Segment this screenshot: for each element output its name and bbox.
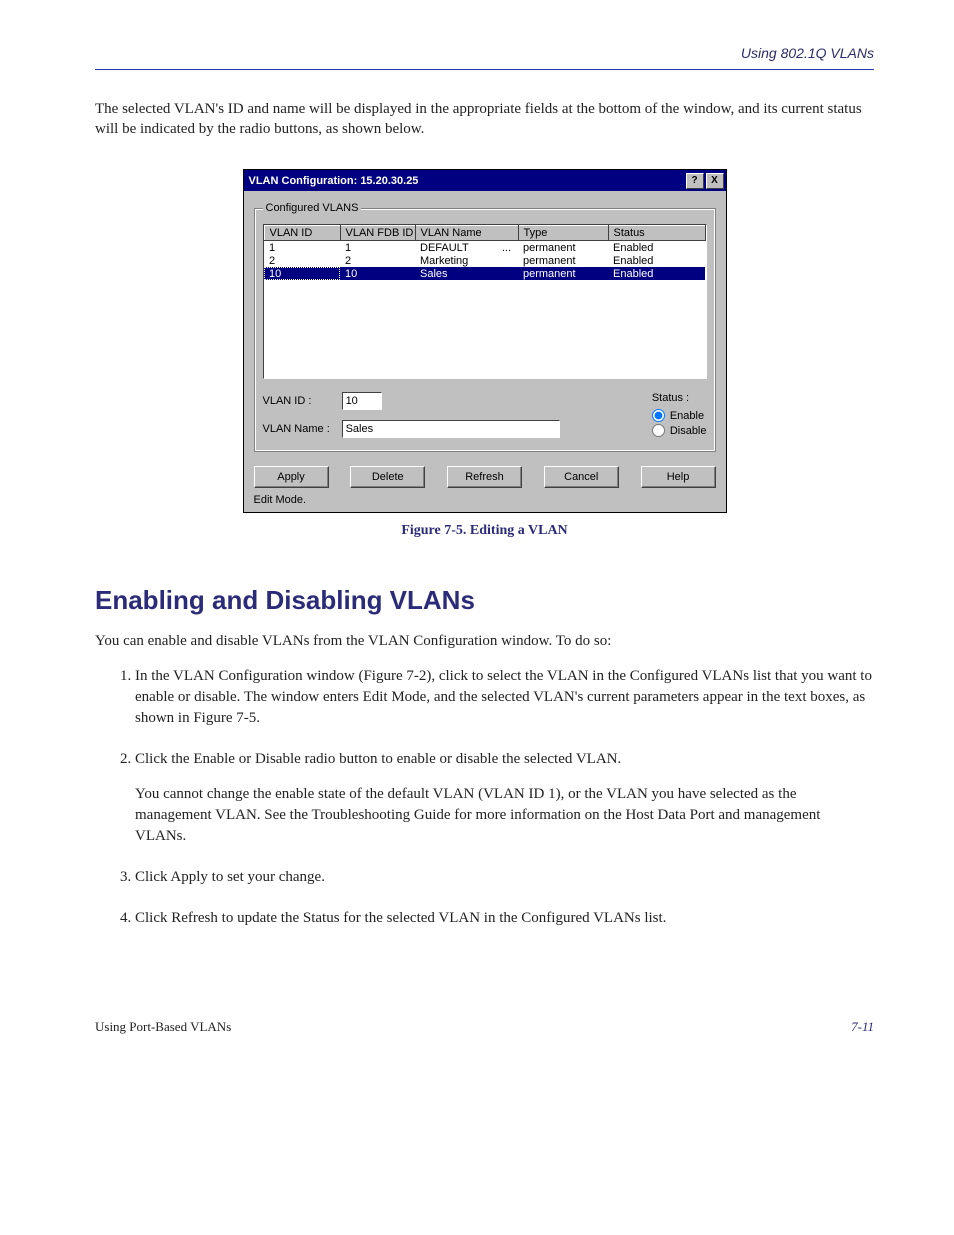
table-header-row: VLAN ID VLAN FDB ID VLAN Name Type Statu… <box>264 226 705 241</box>
section-heading: Enabling and Disabling VLANs <box>95 585 874 616</box>
table-row[interactable]: 22MarketingpermanentEnabled <box>264 254 705 267</box>
vlan-config-dialog: VLAN Configuration: 15.20.30.25 ? X Conf… <box>243 169 727 513</box>
vlan-name-label: VLAN Name : <box>263 423 339 435</box>
dialog-statusbar: Edit Mode. <box>254 494 716 506</box>
groupbox-legend: Configured VLANS <box>263 202 362 214</box>
status-label: Status : <box>652 392 707 404</box>
vlan-id-label: VLAN ID : <box>263 395 339 407</box>
apply-button[interactable]: Apply <box>254 466 329 488</box>
refresh-button[interactable]: Refresh <box>447 466 522 488</box>
vlan-id-input[interactable] <box>342 392 382 410</box>
section-intro: You can enable and disable VLANs from th… <box>95 632 874 652</box>
step-1: In the VLAN Configuration window (Figure… <box>135 666 874 729</box>
page-header-section: Using 802.1Q VLANs <box>95 45 874 61</box>
step-4: Click Refresh to update the Status for t… <box>135 908 874 929</box>
col-status[interactable]: Status <box>608 226 705 241</box>
status-radio-group: Status : Enable Disable <box>632 392 707 439</box>
cancel-button[interactable]: Cancel <box>544 466 619 488</box>
vlan-name-input[interactable] <box>342 420 560 438</box>
close-icon[interactable]: X <box>706 173 724 189</box>
dialog-titlebar[interactable]: VLAN Configuration: 15.20.30.25 ? X <box>244 170 726 191</box>
col-vlan-id[interactable]: VLAN ID <box>264 226 340 241</box>
help-icon[interactable]: ? <box>686 173 704 189</box>
col-vlan-fdb-id[interactable]: VLAN FDB ID <box>340 226 415 241</box>
header-rule <box>95 69 874 70</box>
footer-left: Using Port-Based VLANs <box>95 1019 231 1035</box>
help-button[interactable]: Help <box>641 466 716 488</box>
table-row[interactable]: 1010SalespermanentEnabled <box>264 267 705 280</box>
delete-button[interactable]: Delete <box>350 466 425 488</box>
step-2: Click the Enable or Disable radio button… <box>135 749 874 847</box>
intro-paragraph: The selected VLAN's ID and name will be … <box>95 100 874 139</box>
dialog-title: VLAN Configuration: 15.20.30.25 <box>249 175 419 187</box>
table-row[interactable]: 11DEFAULT...permanentEnabled <box>264 241 705 255</box>
vlans-listview[interactable]: VLAN ID VLAN FDB ID VLAN Name Type Statu… <box>263 224 707 379</box>
col-vlan-name[interactable]: VLAN Name <box>415 226 518 241</box>
radio-enable[interactable]: Enable <box>652 409 707 422</box>
step-3: Click Apply to set your change. <box>135 867 874 888</box>
steps-list: In the VLAN Configuration window (Figure… <box>95 666 874 929</box>
step-2-note: You cannot change the enable state of th… <box>135 784 874 847</box>
figure-caption: Figure 7-5. Editing a VLAN <box>95 523 874 539</box>
radio-disable[interactable]: Disable <box>652 424 707 437</box>
configured-vlans-groupbox: Configured VLANS VLAN ID VLAN FDB ID VLA… <box>254 202 716 452</box>
col-type[interactable]: Type <box>518 226 608 241</box>
footer-page-number: 7-11 <box>851 1019 874 1035</box>
